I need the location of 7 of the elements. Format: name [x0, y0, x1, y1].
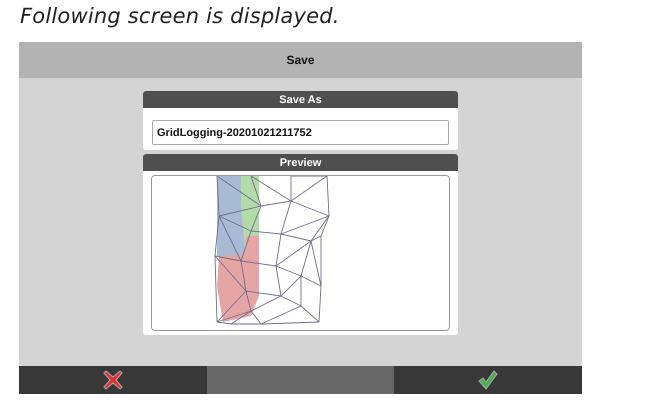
checkmark-icon: [477, 369, 500, 391]
filename-field[interactable]: GridLogging-20201021211752: [152, 120, 449, 145]
panel-header: Preview: [143, 154, 458, 171]
window-title: Save: [19, 42, 582, 78]
close-icon: [102, 369, 124, 391]
caption-text: Following screen is displayed.: [19, 3, 341, 30]
panel-header: Save As: [143, 91, 458, 108]
